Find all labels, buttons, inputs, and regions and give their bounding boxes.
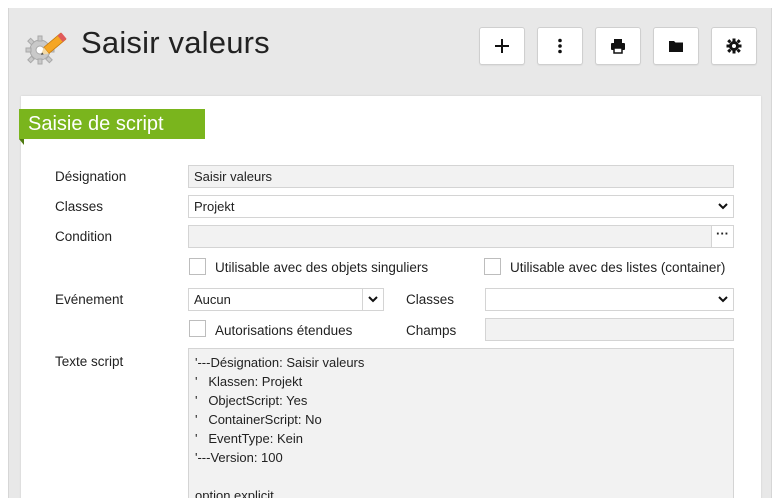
- script-line: [195, 467, 727, 486]
- extended-auth-label: Autorisations étendues: [215, 323, 353, 338]
- fields-input[interactable]: [485, 318, 734, 341]
- form-panel: Saisie de script Désignation Saisir vale…: [19, 96, 761, 498]
- script-line: option explicit: [195, 488, 274, 498]
- script-line: ' EventType: Kein: [195, 431, 303, 446]
- event-select[interactable]: Aucun: [188, 288, 384, 311]
- chevron-down-icon: [362, 289, 383, 310]
- script-line: '---Version: 100: [195, 450, 283, 465]
- single-objects-label: Utilisable avec des objets singuliers: [215, 260, 429, 275]
- extended-auth-checkbox[interactable]: [189, 320, 206, 337]
- folder-button[interactable]: [653, 27, 699, 65]
- classes-label: Classes: [55, 199, 104, 214]
- script-line: ' Klassen: Projekt: [195, 374, 303, 389]
- more-button[interactable]: [537, 27, 583, 65]
- settings-button[interactable]: [711, 27, 757, 65]
- event-value: Aucun: [194, 292, 231, 307]
- event-classes-label: Classes: [406, 292, 455, 307]
- print-button[interactable]: [595, 27, 641, 65]
- section-title: Saisie de script: [19, 109, 205, 145]
- toolbar: [479, 27, 757, 65]
- fields-label: Champs: [406, 323, 457, 338]
- chevron-down-icon: [712, 196, 733, 217]
- condition-field[interactable]: ···: [188, 225, 734, 248]
- script-line: ' ObjectScript: Yes: [195, 393, 308, 408]
- vertical-dots-icon: [558, 38, 562, 54]
- lists-checkbox[interactable]: [484, 258, 501, 275]
- single-objects-checkbox[interactable]: [189, 258, 206, 275]
- condition-browse-button[interactable]: ···: [711, 226, 733, 247]
- script-line: ' ContainerScript: No: [195, 412, 322, 427]
- lists-label: Utilisable avec des listes (container): [510, 260, 726, 275]
- designation-field[interactable]: Saisir valeurs: [188, 165, 734, 188]
- classes-select[interactable]: Projekt: [188, 195, 734, 218]
- printer-icon: [611, 39, 625, 54]
- gear-icon: [726, 38, 742, 54]
- script-editor[interactable]: '---Désignation: Saisir valeurs ' Klasse…: [188, 348, 734, 498]
- designation-value: Saisir valeurs: [194, 169, 273, 184]
- folder-icon: [669, 41, 683, 52]
- event-classes-select[interactable]: [485, 288, 734, 311]
- add-button[interactable]: [479, 27, 525, 65]
- chevron-down-icon: [712, 289, 733, 310]
- page-title: Saisir valeurs: [81, 25, 270, 60]
- classes-value: Projekt: [194, 199, 235, 214]
- designation-label: Désignation: [55, 169, 127, 184]
- pencil-gear-icon: [25, 32, 67, 65]
- script-line: '---Désignation: Saisir valeurs: [195, 355, 365, 370]
- script-entry-window: Saisir valeurs Saisie de script Désignat…: [8, 8, 772, 498]
- event-label: Evénement: [55, 292, 124, 307]
- plus-icon: [495, 39, 509, 53]
- condition-label: Condition: [55, 229, 113, 244]
- header: Saisir valeurs: [9, 8, 771, 84]
- script-label: Texte script: [55, 354, 124, 369]
